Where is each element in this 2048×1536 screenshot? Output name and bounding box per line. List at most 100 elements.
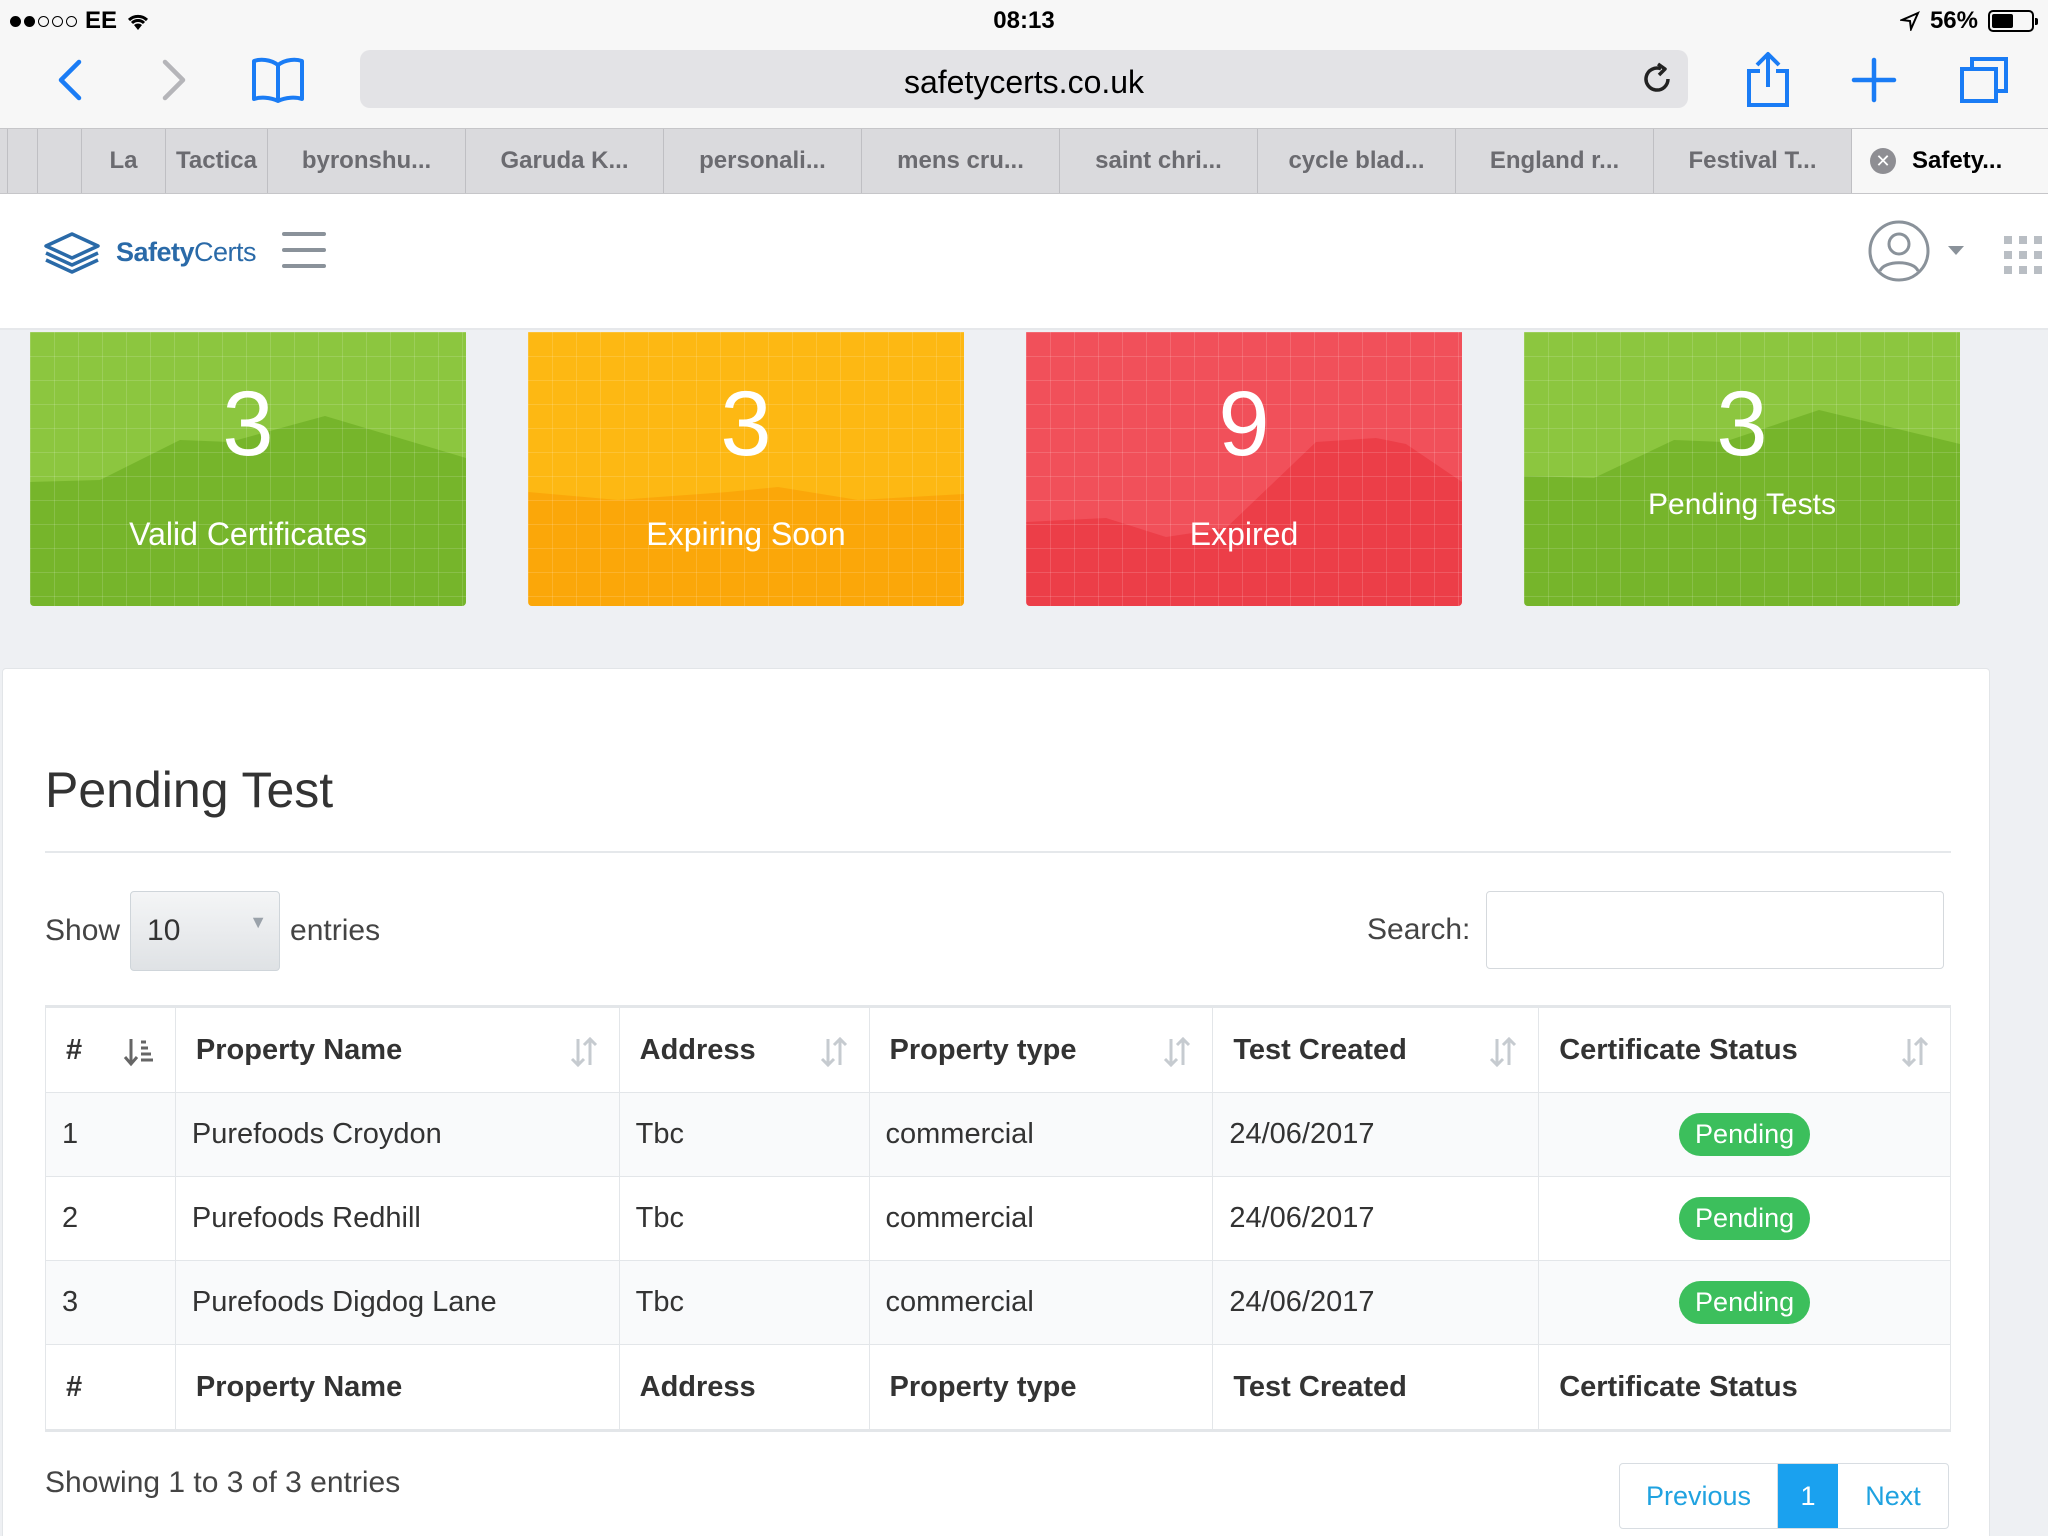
forward-button[interactable] [142,48,206,112]
page-title: Pending Test [45,762,334,818]
tab[interactable]: Festival T... [1654,129,1852,193]
menu-toggle-icon[interactable] [282,232,326,268]
tabs-icon [1960,57,2008,103]
column-header-address[interactable]: Address [618,1005,870,1093]
cell-address: Tbc [618,1260,870,1345]
tab[interactable]: England r... [1456,129,1654,193]
new-tab-button[interactable] [1842,48,1906,112]
expired-tile[interactable]: 9 Expired [1026,332,1462,606]
tab-stub[interactable] [0,129,8,193]
cell-test-created: 24/06/2017 [1212,1260,1540,1345]
tile-value: 3 [1716,373,1768,475]
valid-certificates-tile[interactable]: 3 Valid Certificates [30,332,466,606]
table-info: Showing 1 to 3 of 3 entries [45,1466,401,1499]
cell-number: 2 [45,1176,176,1261]
stack-logo-icon [44,232,100,274]
chevron-down-icon: ▼ [249,912,268,932]
cell-property-type: commercial [868,1260,1214,1345]
chevron-left-icon [58,59,82,101]
status-badge: Pending [1679,1197,1811,1240]
sort-icon [570,1036,597,1068]
next-page-button[interactable]: Next [1838,1464,1948,1528]
page-1-button[interactable]: 1 [1778,1464,1838,1528]
entries-label: entries [290,914,381,947]
tab-active[interactable]: ✕ Safety... [1852,129,2048,193]
column-header-certificate-status[interactable]: Certificate Status [1538,1005,1951,1093]
tab-strip: La Tactica byronshu... Garuda K... perso… [0,128,2048,194]
battery-percent: 56% [1929,7,1978,34]
tab[interactable]: cycle blad... [1258,129,1456,193]
status-badge: Pending [1679,1281,1811,1324]
tile-label: Pending Tests [1648,488,1836,521]
column-footer-number: # [45,1344,176,1432]
column-header-property-name[interactable]: Property Name [174,1005,620,1093]
page-size-select[interactable]: 10 ▼ [130,891,281,971]
book-icon [252,57,304,103]
cell-property-type: commercial [868,1092,1214,1177]
tab[interactable]: saint chri... [1060,129,1258,193]
tab-stub[interactable] [38,129,82,193]
column-header-test-created[interactable]: Test Created [1212,1005,1540,1093]
cell-status: Pending [1538,1260,1951,1345]
pending-tests-tile[interactable]: 3 Pending Tests [1524,332,1960,606]
tab[interactable]: mens cru... [862,129,1060,193]
tabs-overview-button[interactable] [1952,48,2016,112]
tile-value: 9 [1218,373,1270,475]
column-footer-property-type: Property type [868,1344,1214,1432]
column-footer-address: Address [618,1344,870,1432]
cell-property-name: Purefoods Croydon [174,1092,620,1177]
bookmarks-button[interactable] [246,48,310,112]
pending-tests-table: # Property Name Address Property type Te… [45,1005,1951,1432]
tab[interactable]: personali... [664,129,862,193]
location-arrow-icon [1899,11,1920,31]
apps-grid-icon[interactable] [2004,236,2042,274]
page-size-control: Show 10 ▼ entries [45,891,380,971]
user-menu-caret-icon[interactable] [1948,246,1964,255]
share-button[interactable] [1736,48,1800,112]
search-control: Search: [1367,891,1945,969]
tab[interactable]: Tactica [166,129,268,193]
previous-page-button[interactable]: Previous [1620,1464,1778,1528]
cell-test-created: 24/06/2017 [1212,1092,1540,1177]
app-logo[interactable]: SafetyCerts [42,230,257,274]
tile-value: 3 [222,373,274,475]
column-header-number[interactable]: # [45,1005,176,1093]
clock: 08:13 [993,7,1055,34]
page-size-value: 10 [147,914,181,947]
sort-icon [820,1036,847,1068]
column-footer-test-created: Test Created [1212,1344,1540,1432]
close-tab-icon[interactable]: ✕ [1870,148,1896,174]
tab[interactable]: byronshu... [268,129,466,193]
search-label: Search: [1367,913,1471,946]
sort-icon [1164,1036,1191,1068]
user-avatar-icon[interactable] [1868,220,1930,282]
tab-stub[interactable] [8,129,38,193]
search-input[interactable] [1486,891,1945,969]
cell-address: Tbc [618,1176,870,1261]
cell-status: Pending [1538,1176,1951,1261]
sort-icon [1490,1036,1517,1068]
divider [45,851,1951,853]
reload-icon[interactable] [1640,62,1674,96]
cell-test-created: 24/06/2017 [1212,1176,1540,1261]
cell-address: Tbc [618,1092,870,1177]
back-button[interactable] [38,48,102,112]
tab[interactable]: La [82,129,166,193]
table-row[interactable]: 1 Purefoods Croydon Tbc commercial 24/06… [45,1092,1951,1177]
pending-test-panel: Pending Test Show 10 ▼ entries Search: #… [2,668,1990,1536]
cell-property-name: Purefoods Digdog Lane [174,1260,620,1345]
expiring-soon-tile[interactable]: 3 Expiring Soon [528,332,964,606]
cell-number: 1 [45,1092,176,1177]
share-icon [1747,52,1789,107]
column-footer-property-name: Property Name [174,1344,620,1432]
table-row[interactable]: 3 Purefoods Digdog Lane Tbc commercial 2… [45,1260,1951,1345]
cell-property-type: commercial [868,1176,1214,1261]
table-row[interactable]: 2 Purefoods Redhill Tbc commercial 24/06… [45,1176,1951,1261]
column-header-property-type[interactable]: Property type [868,1005,1214,1093]
url-text: safetycerts.co.uk [903,64,1145,100]
app-header: SafetyCerts [0,194,2048,330]
tab[interactable]: Garuda K... [466,129,664,193]
pagination: Previous 1 Next [1619,1463,1949,1529]
address-bar[interactable]: safetycerts.co.uk [360,50,1688,108]
cell-property-name: Purefoods Redhill [174,1176,620,1261]
